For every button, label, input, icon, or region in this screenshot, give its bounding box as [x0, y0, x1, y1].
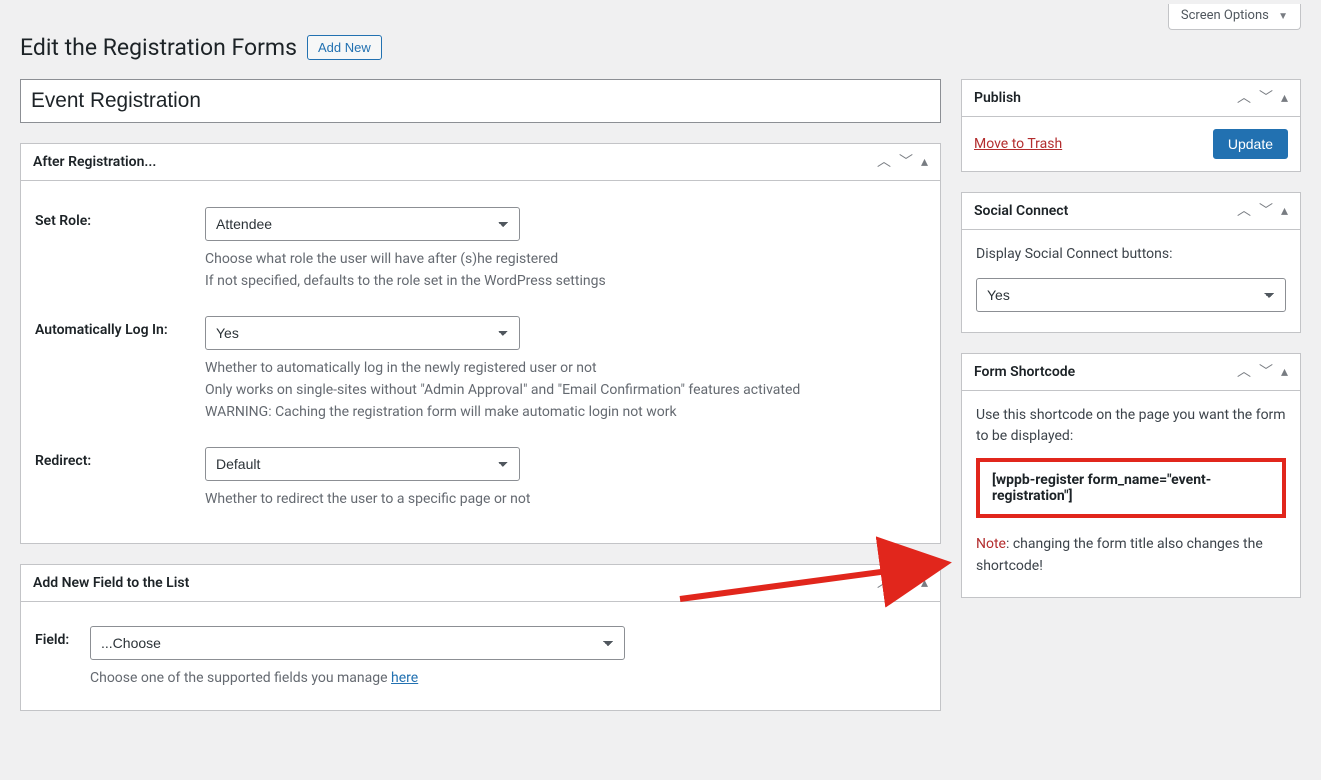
annotation-arrow — [20, 79, 1301, 779]
screen-options-label: Screen Options — [1181, 8, 1269, 23]
add-new-button[interactable]: Add New — [307, 35, 382, 60]
chevron-down-icon: ▼ — [1278, 11, 1288, 22]
screen-options-toggle[interactable]: Screen Options ▼ — [1168, 4, 1301, 30]
page-title: Edit the Registration Forms — [20, 34, 297, 61]
